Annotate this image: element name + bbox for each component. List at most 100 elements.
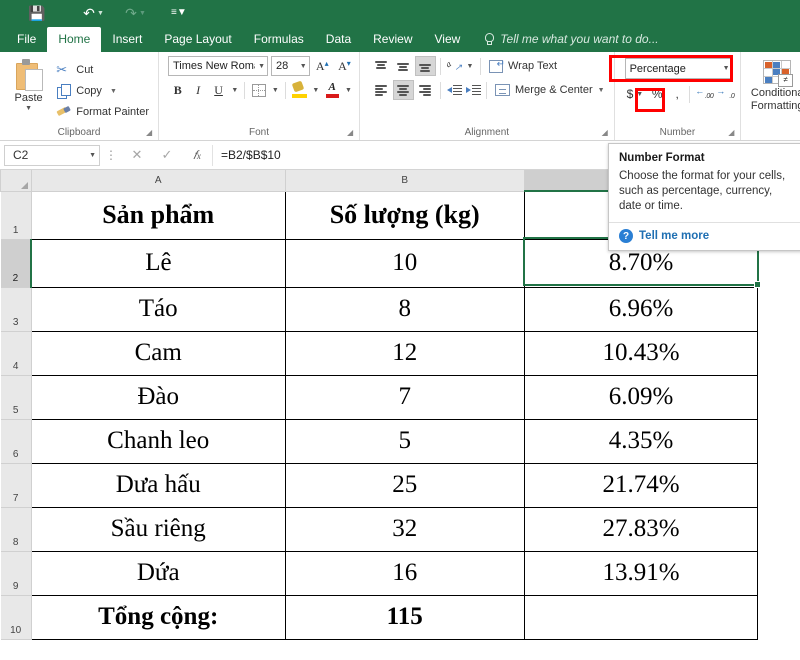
cell-b9[interactable]: 16 bbox=[284, 550, 525, 596]
tab-data[interactable]: Data bbox=[315, 27, 362, 52]
name-box-dropdown-icon[interactable]: ▼ bbox=[89, 152, 96, 159]
cell-b6[interactable]: 5 bbox=[284, 418, 525, 464]
paste-dropdown-icon[interactable]: ▼ bbox=[25, 105, 32, 112]
row-header-6[interactable]: 6 bbox=[0, 418, 32, 464]
cell-b4[interactable]: 12 bbox=[284, 330, 525, 376]
font-name-combo[interactable]: Times New Roma ▼ bbox=[168, 56, 268, 76]
row-header-1[interactable]: 1 bbox=[0, 190, 32, 240]
paste-button[interactable]: Paste ▼ bbox=[5, 56, 52, 122]
tell-me-search[interactable]: Tell me what you want to do... bbox=[483, 32, 659, 52]
fill-handle[interactable] bbox=[754, 281, 761, 288]
borders-button[interactable] bbox=[249, 80, 268, 100]
cell-a9[interactable]: Dứa bbox=[30, 550, 286, 596]
cell-c4[interactable]: 10.43% bbox=[523, 330, 759, 376]
column-header-a[interactable]: A bbox=[30, 170, 286, 192]
row-header-5[interactable]: 5 bbox=[0, 374, 32, 420]
borders-dropdown-icon[interactable]: ▼ bbox=[270, 80, 281, 100]
cell-b7[interactable]: 25 bbox=[284, 462, 525, 508]
increase-indent-button[interactable] bbox=[464, 80, 482, 100]
save-icon[interactable]: 💾 bbox=[22, 2, 52, 24]
tab-review[interactable]: Review bbox=[362, 27, 423, 52]
comma-style-button[interactable]: , bbox=[669, 85, 685, 104]
cell-a6[interactable]: Chanh leo bbox=[30, 418, 286, 464]
clipboard-dialog-launcher[interactable]: ◢ bbox=[146, 128, 155, 137]
tooltip-more-row[interactable]: ? Tell me more bbox=[619, 223, 792, 250]
decrease-indent-button[interactable] bbox=[445, 80, 463, 100]
font-color-dropdown-icon[interactable]: ▼ bbox=[343, 80, 354, 100]
align-top-button[interactable] bbox=[371, 56, 392, 76]
cell-d9[interactable] bbox=[757, 551, 800, 595]
row-header-9[interactable]: 9 bbox=[0, 550, 32, 596]
increase-font-size-button[interactable]: A ▴ bbox=[313, 56, 332, 76]
cell-a2[interactable]: Lê bbox=[30, 238, 286, 288]
cell-d8[interactable] bbox=[757, 507, 800, 551]
merge-dropdown-icon[interactable]: ▼ bbox=[598, 87, 605, 94]
confirm-icon[interactable]: ✓ bbox=[152, 147, 182, 163]
insert-function-icon[interactable]: 𝑓x bbox=[182, 148, 212, 163]
number-dialog-launcher[interactable]: ◢ bbox=[728, 128, 737, 137]
cell-a4[interactable]: Cam bbox=[30, 330, 286, 376]
font-name-dropdown-icon[interactable]: ▼ bbox=[255, 63, 265, 70]
align-center-button[interactable] bbox=[393, 80, 414, 100]
cell-d5[interactable] bbox=[757, 375, 800, 419]
tab-insert[interactable]: Insert bbox=[101, 27, 153, 52]
row-header-8[interactable]: 8 bbox=[0, 506, 32, 552]
cell-a3[interactable]: Táo bbox=[30, 286, 286, 332]
cell-c9[interactable]: 13.91% bbox=[523, 550, 759, 596]
cell-a7[interactable]: Dưa hấu bbox=[30, 462, 286, 508]
cancel-icon[interactable]: ✕ bbox=[122, 147, 152, 163]
number-format-dropdown-icon[interactable]: ▼ bbox=[720, 65, 730, 72]
redo-dropdown-icon[interactable]: ▼ bbox=[139, 10, 146, 17]
cell-b8[interactable]: 32 bbox=[284, 506, 525, 552]
cell-c8[interactable]: 27.83% bbox=[523, 506, 759, 552]
cell-a5[interactable]: Đào bbox=[30, 374, 286, 420]
alignment-dialog-launcher[interactable]: ◢ bbox=[602, 128, 611, 137]
underline-dropdown-icon[interactable]: ▼ bbox=[229, 80, 240, 100]
orientation-button[interactable]: a ↗ bbox=[444, 56, 463, 76]
format-painter-button[interactable]: Format Painter bbox=[52, 102, 153, 122]
cut-button[interactable]: Cut bbox=[52, 60, 153, 80]
cell-a8[interactable]: Sầu riêng bbox=[30, 506, 286, 552]
underline-button[interactable]: U bbox=[209, 80, 228, 100]
cell-b3[interactable]: 8 bbox=[284, 286, 525, 332]
increase-decimal-button[interactable]: ← .00 bbox=[694, 84, 714, 104]
fill-color-button[interactable] bbox=[290, 80, 309, 100]
copy-dropdown-icon[interactable]: ▼ bbox=[110, 88, 117, 95]
cell-d7[interactable] bbox=[757, 463, 800, 507]
decrease-decimal-button[interactable]: → .0 bbox=[715, 84, 735, 104]
percent-style-button[interactable]: % bbox=[646, 85, 668, 104]
cell-b1[interactable]: Số lượng (kg) bbox=[284, 190, 525, 240]
row-header-3[interactable]: 3 bbox=[0, 286, 32, 332]
tab-file[interactable]: File bbox=[6, 27, 47, 52]
cell-a1[interactable]: Sản phẩm bbox=[30, 190, 286, 240]
cell-d4[interactable] bbox=[757, 331, 800, 375]
cell-d6[interactable] bbox=[757, 419, 800, 463]
cell-c3[interactable]: 6.96% bbox=[523, 286, 759, 332]
tab-home[interactable]: Home bbox=[47, 27, 102, 52]
tab-formulas[interactable]: Formulas bbox=[243, 27, 315, 52]
align-bottom-button[interactable] bbox=[415, 56, 436, 76]
decrease-font-size-button[interactable]: A ▾ bbox=[335, 56, 354, 76]
align-right-button[interactable] bbox=[415, 80, 436, 100]
cell-c6[interactable]: 4.35% bbox=[523, 418, 759, 464]
tab-page-layout[interactable]: Page Layout bbox=[153, 27, 242, 52]
copy-button[interactable]: Copy ▼ bbox=[52, 81, 153, 101]
cell-b5[interactable]: 7 bbox=[284, 374, 525, 420]
cell-d3[interactable] bbox=[757, 287, 800, 331]
font-color-button[interactable]: A bbox=[322, 80, 341, 100]
font-dialog-launcher[interactable]: ◢ bbox=[347, 128, 356, 137]
cell-b10[interactable]: 115 bbox=[284, 594, 525, 640]
column-header-b[interactable]: B bbox=[284, 170, 525, 192]
cell-b2[interactable]: 10 bbox=[284, 238, 525, 288]
name-box[interactable]: C2 ▼ bbox=[4, 144, 100, 166]
row-header-2[interactable]: 2 bbox=[0, 238, 33, 288]
currency-dropdown-icon[interactable]: ▼ bbox=[636, 91, 643, 98]
font-size-dropdown-icon[interactable]: ▼ bbox=[297, 63, 307, 70]
font-size-combo[interactable]: 28 ▼ bbox=[271, 56, 310, 76]
accounting-format-button[interactable]: $ ▼ bbox=[625, 84, 646, 104]
number-format-combo[interactable]: Percentage ▼ bbox=[624, 58, 733, 79]
row-header-4[interactable]: 4 bbox=[0, 330, 32, 376]
row-header-10[interactable]: 10 bbox=[0, 594, 32, 640]
fill-color-dropdown-icon[interactable]: ▼ bbox=[310, 80, 321, 100]
align-middle-button[interactable] bbox=[393, 56, 414, 76]
